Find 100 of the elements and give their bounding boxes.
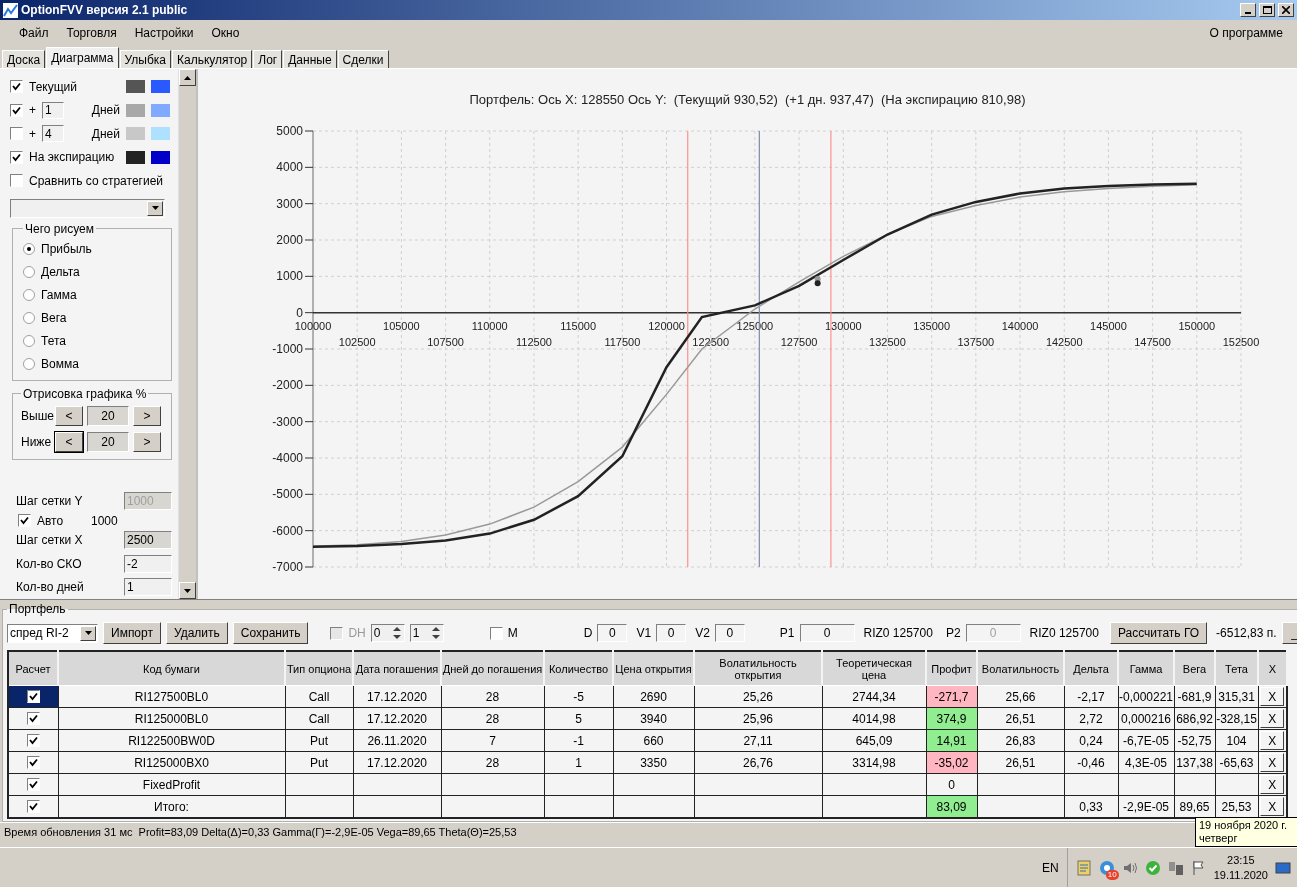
toolbar-button[interactable]: Сохранить [232,622,309,644]
column-header[interactable]: Цена открытия [613,651,694,686]
column-header[interactable]: Вега [1174,651,1215,686]
input-field[interactable]: 1 [124,578,172,597]
value-field[interactable]: 20 [87,405,129,426]
checkbox[interactable] [26,777,40,791]
clock[interactable]: 23:15 19.11.2020 [1213,852,1268,883]
column-header[interactable]: Тип опциона [285,651,353,686]
scroll-up-button[interactable] [179,69,196,86]
table-cell[interactable] [8,773,58,796]
color-swatch[interactable] [126,103,145,117]
input-field[interactable]: -2 [124,554,172,573]
column-header[interactable]: Профит [926,651,977,686]
network-icon[interactable] [1167,859,1184,876]
column-header[interactable]: Тета [1215,651,1258,686]
decrease-button[interactable]: < [55,431,83,452]
menu-item[interactable]: О программе [1209,26,1287,40]
color-swatch[interactable] [151,80,170,94]
input-field[interactable]: 0 [597,624,628,642]
color-swatch[interactable] [126,150,145,164]
delete-button[interactable]: X [1260,709,1285,728]
desktop-icon[interactable] [1275,860,1291,875]
tab[interactable]: Сделки [337,50,389,68]
radio-button[interactable] [23,289,35,302]
tab[interactable]: Данные [283,50,337,68]
scrollbar[interactable] [178,69,196,599]
language-indicator[interactable]: EN [1042,860,1059,875]
decrease-button[interactable]: < [55,405,83,426]
toolbar-button[interactable]: Удалить [165,622,228,644]
column-header[interactable]: Дельта [1064,651,1118,686]
table-cell[interactable] [8,729,58,752]
calculate-button[interactable]: Рассчитать ГО [1109,622,1208,644]
tab[interactable]: Доска [2,50,46,68]
close-button[interactable] [1278,3,1294,17]
checkbox[interactable] [489,626,503,640]
color-swatch[interactable] [151,103,170,117]
check-icon[interactable] [1144,859,1161,876]
increase-button[interactable]: > [133,405,161,426]
delete-button[interactable]: X [1260,775,1285,794]
increase-button[interactable]: > [133,431,161,452]
column-header[interactable]: X [1258,651,1287,686]
checkbox[interactable] [26,711,40,725]
column-header[interactable]: Волатильность [977,651,1064,686]
checkbox[interactable] [10,103,23,117]
checkbox[interactable] [26,755,40,769]
color-swatch[interactable] [126,80,145,94]
days-field[interactable]: 4 [42,125,64,143]
radio-button[interactable] [23,335,35,348]
value-field[interactable]: 20 [87,431,129,452]
tab[interactable]: Улыбка [119,50,172,68]
column-header[interactable]: Количество [544,651,613,686]
radio-button[interactable] [23,312,35,325]
menu-item[interactable]: Окно [202,26,249,40]
column-header[interactable]: Волатильность открытия [694,651,822,686]
input-field[interactable]: 0 [656,624,687,642]
menu-item[interactable]: Настройки [125,26,203,40]
minimize-button[interactable] [1240,3,1256,17]
table-cell[interactable] [8,707,58,730]
radio-button[interactable] [23,243,35,256]
spin-field[interactable]: 0 [370,624,405,642]
radio-button[interactable] [23,358,35,371]
checkbox[interactable] [26,733,40,747]
column-header[interactable]: Расчет [8,651,58,686]
checkbox[interactable] [18,514,31,528]
toolbar-button[interactable]: Импорт [103,622,161,644]
table-cell[interactable] [8,685,58,708]
color-swatch[interactable] [151,127,170,141]
checkbox[interactable] [10,127,23,141]
column-header[interactable]: Код бумаги [58,651,285,686]
color-swatch[interactable] [151,150,170,164]
strategy-dropdown[interactable] [10,198,165,218]
checkbox[interactable] [10,174,23,188]
radio-button[interactable] [23,266,35,279]
menu-item[interactable]: Торговля [57,26,126,40]
table-cell[interactable] [8,751,58,774]
delete-button[interactable]: X [1260,687,1285,706]
flag-icon[interactable] [1190,859,1207,876]
column-header[interactable]: Дата погашения [353,651,441,686]
days-field[interactable]: 1 [42,101,64,119]
menu-item[interactable]: Файл [10,26,58,40]
spin-field[interactable]: 1 [409,624,444,642]
table-cell[interactable] [8,795,58,818]
input-field[interactable]: 0 [714,624,745,642]
column-header[interactable]: Теоретическая цена [822,651,926,686]
delete-button[interactable]: X [1260,753,1285,772]
column-header[interactable]: Гамма [1118,651,1174,686]
checkbox[interactable] [26,689,40,703]
checkbox[interactable] [26,799,40,813]
tab[interactable]: Калькулятор [172,50,253,68]
tab[interactable]: Лог [253,50,283,68]
input-field[interactable]: 2500 [124,531,172,550]
column-header[interactable]: Дней до погашения [441,651,544,686]
maximize-button[interactable] [1259,3,1275,17]
scroll-down-button[interactable] [179,582,196,599]
tab[interactable]: Диаграмма [46,47,119,68]
checkbox[interactable] [10,80,23,94]
input-field[interactable]: 0 [799,624,855,642]
strategy-dropdown[interactable]: спред RI-2 [7,623,98,643]
color-swatch[interactable] [126,127,145,141]
delete-button[interactable]: X [1260,731,1285,750]
